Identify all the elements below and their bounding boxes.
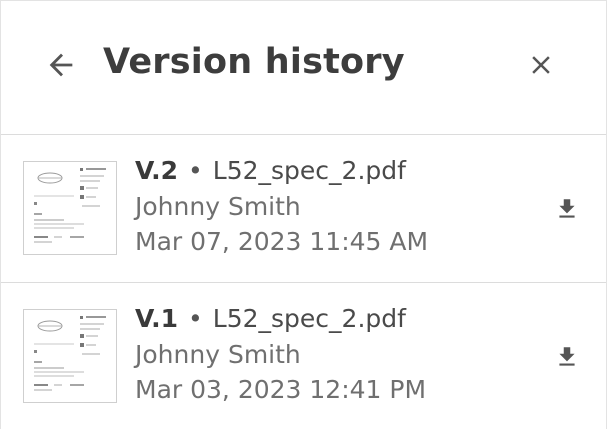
panel-header: Version history [1, 1, 606, 135]
download-icon [559, 347, 575, 366]
download-icon [559, 199, 575, 218]
download-button[interactable] [549, 339, 585, 375]
version-label: V.1 [135, 304, 179, 333]
version-history-panel: Version history V.2 • L52_spec_2.pdf Joh… [0, 0, 607, 429]
version-item[interactable]: V.2 • L52_spec_2.pdf Johnny Smith Mar 07, … [1, 135, 606, 283]
document-thumbnail [23, 161, 117, 255]
file-name: L52_spec_2.pdf [212, 304, 406, 333]
separator-dot: • [188, 156, 203, 185]
back-button[interactable] [41, 45, 81, 85]
separator-dot: • [188, 304, 203, 333]
panel-title: Version history [103, 42, 405, 82]
author-name: Johnny Smith [135, 192, 301, 221]
close-button[interactable] [521, 45, 561, 85]
document-thumbnail [23, 309, 117, 403]
version-label: V.2 [135, 156, 179, 185]
version-meta: V.1 • L52_spec_2.pdf Johnny Smith Mar 03, … [135, 301, 426, 407]
arrow-left-icon [49, 53, 73, 77]
author-name: Johnny Smith [135, 340, 301, 369]
timestamp: Mar 03, 2023 12:41 PM [135, 375, 427, 404]
download-button[interactable] [549, 191, 585, 227]
timestamp: Mar 07, 2023 11:45 AM [135, 227, 429, 256]
close-icon [532, 56, 550, 74]
version-item[interactable]: V.1 • L52_spec_2.pdf Johnny Smith Mar 03, … [1, 283, 606, 431]
file-name: L52_spec_2.pdf [212, 156, 406, 185]
version-meta: V.2 • L52_spec_2.pdf Johnny Smith Mar 07, … [135, 153, 428, 259]
